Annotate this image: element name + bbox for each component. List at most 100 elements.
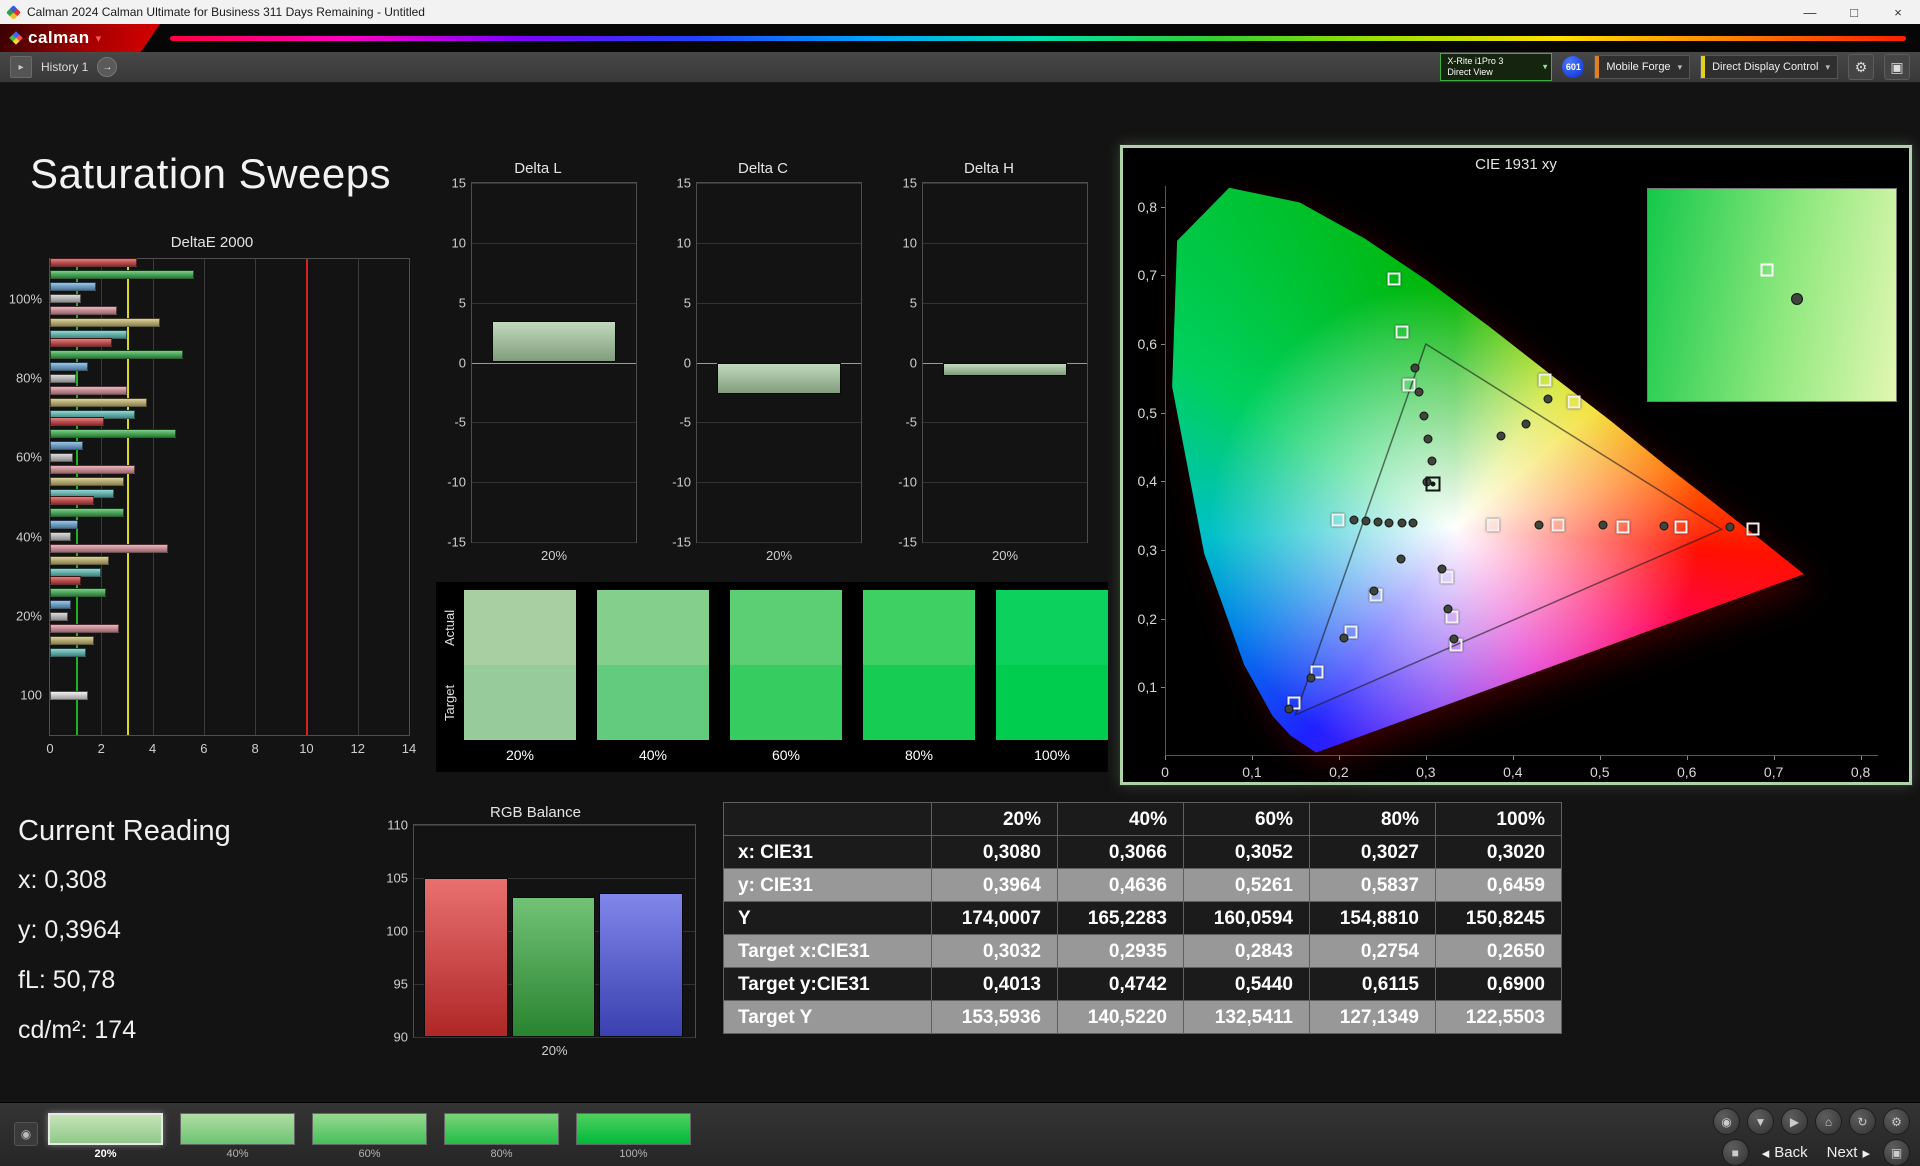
- calman-menu-button[interactable]: calman ▾: [0, 24, 160, 52]
- bar: [50, 270, 194, 280]
- rgb-balance-plot-area: 110 105 100 95 90 20%: [386, 818, 696, 1058]
- chevron-down-icon: ▾: [95, 32, 102, 45]
- close-button[interactable]: ×: [1876, 0, 1920, 24]
- swatch-column: 80%: [863, 590, 975, 772]
- row-label: Target x:CIE31: [724, 935, 932, 968]
- next-arrow-icon: ▸: [1862, 1144, 1870, 1162]
- saturation-level-button[interactable]: 80%: [444, 1113, 559, 1160]
- eye-button[interactable]: ◉: [1713, 1108, 1740, 1135]
- x-tick-label: 0,6: [1676, 764, 1697, 780]
- target-marker: [1387, 272, 1401, 286]
- display-button[interactable]: ▣: [1884, 54, 1910, 80]
- gridline: [472, 242, 636, 244]
- bar: [50, 647, 86, 657]
- preview-eye-button[interactable]: ◉: [14, 1122, 38, 1146]
- gridline: [923, 302, 1087, 304]
- swatch-label: 80%: [904, 747, 934, 763]
- back-button[interactable]: ◂ Back: [1756, 1144, 1814, 1162]
- x-tick-label: 12: [350, 741, 365, 756]
- target-marker: [1551, 518, 1565, 532]
- measurement-dot: [1384, 518, 1394, 527]
- minimize-button[interactable]: —: [1788, 0, 1832, 24]
- table-row: x: CIE31 0,3080 0,3066 0,3052 0,3027 0,3020: [724, 836, 1562, 869]
- source-selector[interactable]: Mobile Forge ▾: [1594, 55, 1691, 79]
- saturation-level-button[interactable]: 20%: [48, 1113, 163, 1160]
- table-cell: 0,5261: [1184, 869, 1310, 902]
- swatch-label: 100%: [1034, 747, 1070, 763]
- gridline: [472, 302, 636, 304]
- bar: [50, 337, 112, 347]
- settings-button[interactable]: ⚙: [1848, 54, 1874, 80]
- column-header: [724, 803, 932, 836]
- history-tab[interactable]: History 1: [41, 60, 88, 74]
- reading-fl: fL: 50,78: [18, 966, 116, 994]
- saturation-level-button[interactable]: 60%: [312, 1113, 427, 1160]
- saturation-level-button[interactable]: 100%: [576, 1113, 691, 1160]
- bar: [50, 520, 79, 530]
- saturation-swatch-panel: Actual Target 20% 40% 60% 80% 100%: [436, 582, 1108, 772]
- actual-row-label: Actual: [442, 609, 457, 646]
- column-header: 40%: [1058, 803, 1184, 836]
- y-tick-label: 0,8: [1137, 198, 1157, 215]
- y-tick-label: 10: [902, 235, 917, 251]
- panel-toggle-button[interactable]: ▸: [10, 56, 32, 78]
- display-button[interactable]: ▣: [1883, 1139, 1910, 1166]
- bar: [716, 362, 842, 394]
- table-cell: 0,5440: [1184, 968, 1310, 1001]
- y-tick-label: 5: [909, 295, 917, 311]
- table-row: Target x:CIE31 0,3032 0,2935 0,2843 0,2754 0,…: [724, 935, 1562, 968]
- calman-app-window: Calman 2024 Calman Ultimate for Business…: [0, 0, 1920, 1166]
- filter-button[interactable]: ▼: [1747, 1108, 1774, 1135]
- gridline: [697, 422, 861, 424]
- gridline: [152, 259, 154, 735]
- y-tick-label: -10: [447, 474, 466, 490]
- gridline: [923, 242, 1087, 244]
- meter-selector[interactable]: X-Rite i1Pro 3 Direct View ▾: [1440, 53, 1553, 81]
- maximize-button[interactable]: □: [1832, 0, 1876, 24]
- bar: [942, 362, 1068, 376]
- saturation-level-button[interactable]: 40%: [180, 1113, 295, 1160]
- level-swatch: [180, 1113, 295, 1145]
- target-marker: [1567, 395, 1581, 409]
- measurement-dot: [1449, 634, 1459, 644]
- display-control-selector[interactable]: Direct Display Control ▾: [1700, 55, 1838, 79]
- gridline: [923, 482, 1087, 484]
- history-forward-button[interactable]: →: [97, 57, 118, 77]
- bar: [50, 599, 71, 609]
- delta-h-plot-area: 15 10 5 0 -5 -10 -15 20%: [898, 176, 1088, 563]
- bar: [50, 464, 135, 474]
- tick-mark: [1773, 756, 1775, 760]
- stop-button[interactable]: ■: [1721, 1139, 1749, 1166]
- level-swatch: [444, 1113, 559, 1145]
- refresh-button[interactable]: ↻: [1849, 1108, 1876, 1135]
- delta-c-plot-area: 15 10 5 0 -5 -10 -15 20%: [672, 176, 862, 563]
- target-swatch: [597, 665, 709, 740]
- x-tick-label: 0,3: [1416, 764, 1436, 780]
- bar: [50, 611, 68, 621]
- target-swatch: [863, 665, 975, 740]
- play-button[interactable]: ▶: [1781, 1108, 1808, 1135]
- reference-line: [126, 259, 129, 735]
- refresh-icon: ↻: [1857, 1114, 1868, 1129]
- y-tick-label: -5: [679, 414, 691, 430]
- table-cell: 0,6459: [1436, 869, 1562, 902]
- gridline: [472, 362, 636, 364]
- level-swatch: [48, 1113, 163, 1145]
- colorspace-badge[interactable]: 601: [1562, 56, 1585, 78]
- y-tick-label: 110: [387, 817, 408, 833]
- tick-mark: [1512, 756, 1514, 760]
- target-marker: [1486, 518, 1500, 532]
- table-cell: 154,8810: [1310, 902, 1436, 935]
- measurement-dot: [1725, 522, 1735, 532]
- current-reading-dot: [1430, 481, 1436, 487]
- x-tick-label: 8: [251, 741, 259, 756]
- table-cell: 0,3020: [1436, 836, 1562, 869]
- home-button[interactable]: ⌂: [1815, 1108, 1842, 1135]
- measurement-dot: [1427, 456, 1437, 466]
- gridline: [697, 302, 861, 304]
- settings-button[interactable]: ⚙: [1883, 1108, 1910, 1135]
- source-label: Mobile Forge: [1606, 61, 1671, 73]
- table-cell: 0,3027: [1310, 836, 1436, 869]
- next-button[interactable]: Next ▸: [1821, 1144, 1876, 1162]
- delta-c-chart: Delta C 15 10 5 0 -5 -10 -15 20%: [662, 160, 864, 568]
